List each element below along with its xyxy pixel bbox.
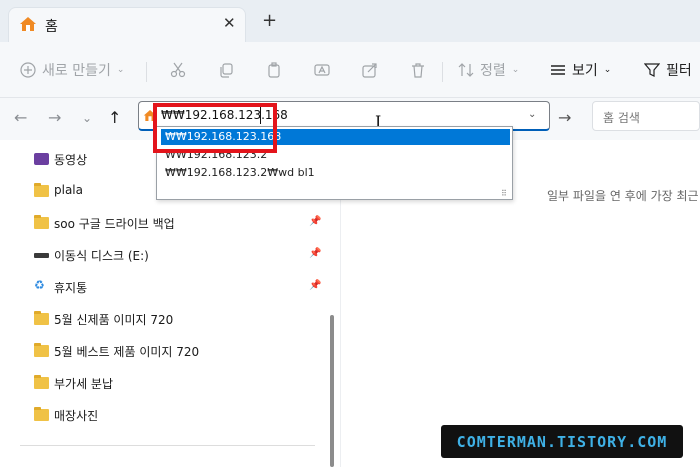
sidebar-item-label: plala [54, 183, 83, 197]
new-button-label: 새로 만들기 [42, 63, 111, 79]
copy-button[interactable] [218, 56, 234, 84]
share-icon [362, 63, 377, 78]
autocomplete-item[interactable]: ₩₩192.168.123.2₩wd bl1 [161, 165, 510, 181]
sidebar-item-label: 휴지통 [54, 281, 88, 295]
divider [442, 62, 443, 82]
go-arrow-icon[interactable]: → [558, 108, 571, 127]
pin-icon[interactable]: 📌 [309, 216, 321, 227]
new-tab-button[interactable]: + [262, 12, 277, 30]
divider [20, 445, 315, 446]
folder-icon [34, 215, 49, 229]
forward-arrow-icon[interactable]: → [48, 109, 61, 127]
watermark-text: COMTERMAN.TISTORY.COM [456, 432, 668, 451]
view-label: 보기 [572, 63, 598, 79]
tab-bar: 홈 ✕ + [0, 0, 700, 42]
sidebar-item-store-photos[interactable]: 매장사진 [0, 401, 330, 431]
tab-title: 홈 [45, 19, 58, 35]
filter-icon [644, 63, 660, 77]
chevron-down-icon: ⌄ [603, 65, 612, 75]
sidebar-item-vat-installments[interactable]: 부가세 분납 [0, 369, 330, 399]
recent-locations-icon[interactable]: ⌄ [82, 109, 92, 127]
share-button[interactable] [362, 56, 378, 84]
rename-button[interactable] [314, 56, 330, 84]
sidebar-item-label: 이동식 디스크 (E:) [54, 249, 149, 263]
search-input[interactable]: 홈 검색 [592, 101, 700, 131]
sidebar-item-label: soo 구글 드라이브 백업 [54, 217, 175, 231]
video-folder-icon [34, 153, 49, 165]
command-bar: 새로 만들기 ⌄ 정렬 ⌄ 보기 ⌄ 필터 [0, 42, 700, 98]
resize-grip-icon[interactable]: ⠿ [501, 189, 507, 198]
sidebar-scrollbar[interactable] [330, 315, 334, 467]
rename-icon [314, 64, 330, 76]
sidebar-item-label: 5월 신제품 이미지 720 [54, 313, 174, 327]
folder-icon [34, 183, 49, 197]
sidebar-item-google-drive-backup[interactable]: soo 구글 드라이브 백업 📌 [0, 209, 330, 239]
folder-icon [34, 311, 49, 325]
trash-icon [412, 63, 424, 78]
recycle-bin-icon: ♻ [34, 278, 45, 292]
watermark: COMTERMAN.TISTORY.COM [441, 425, 683, 458]
drive-icon [34, 253, 49, 258]
sidebar-item-label: 5월 베스트 제품 이미지 720 [54, 345, 200, 359]
home-icon [20, 17, 36, 31]
filter-label: 필터 [666, 63, 692, 79]
sort-button[interactable]: 정렬 ⌄ [458, 56, 519, 84]
scissors-icon [170, 62, 186, 78]
search-placeholder: 홈 검색 [603, 111, 640, 125]
tab-home[interactable]: 홈 ✕ [8, 7, 246, 42]
new-button[interactable]: 새로 만들기 ⌄ [20, 56, 124, 84]
sidebar-item-may-new-products[interactable]: 5월 신제품 이미지 720 [0, 305, 330, 335]
folder-icon [34, 343, 49, 357]
sidebar-item-recycle-bin[interactable]: ♻ 휴지통 📌 [0, 273, 330, 303]
clipboard-icon [268, 62, 280, 78]
chevron-down-icon: ⌄ [116, 65, 125, 75]
folder-icon [34, 407, 49, 421]
highlight-box [153, 103, 277, 153]
sidebar-item-label: 매장사진 [54, 409, 99, 423]
close-tab-icon[interactable]: ✕ [223, 14, 236, 32]
sort-label: 정렬 [480, 63, 506, 79]
folder-icon [34, 375, 49, 389]
view-list-icon [551, 65, 565, 75]
recent-files-empty-message: 일부 파일을 연 후에 가장 최근 [547, 189, 699, 203]
pin-icon[interactable]: 📌 [309, 248, 321, 259]
chevron-down-icon: ⌄ [511, 65, 520, 75]
delete-button[interactable] [410, 56, 426, 84]
up-arrow-icon[interactable]: ↑ [108, 109, 121, 127]
paste-button[interactable] [266, 56, 282, 84]
chevron-down-icon[interactable]: ⌄ [528, 109, 536, 120]
filter-button[interactable]: 필터 [644, 56, 692, 84]
back-arrow-icon[interactable]: ← [14, 109, 27, 127]
cut-button[interactable] [170, 56, 186, 84]
copy-icon [220, 63, 233, 78]
plus-circle-icon [20, 62, 36, 78]
sidebar-item-label: 부가세 분납 [54, 377, 114, 391]
divider [146, 62, 147, 82]
sort-icon [458, 63, 474, 77]
view-button[interactable]: 보기 ⌄ [550, 56, 611, 84]
sidebar-item-label: 동영상 [54, 153, 88, 167]
sidebar-item-may-best-products[interactable]: 5월 베스트 제품 이미지 720 [0, 337, 330, 367]
sidebar-item-removable-disk[interactable]: 이동식 디스크 (E:) 📌 [0, 241, 330, 271]
pin-icon[interactable]: 📌 [309, 280, 321, 291]
